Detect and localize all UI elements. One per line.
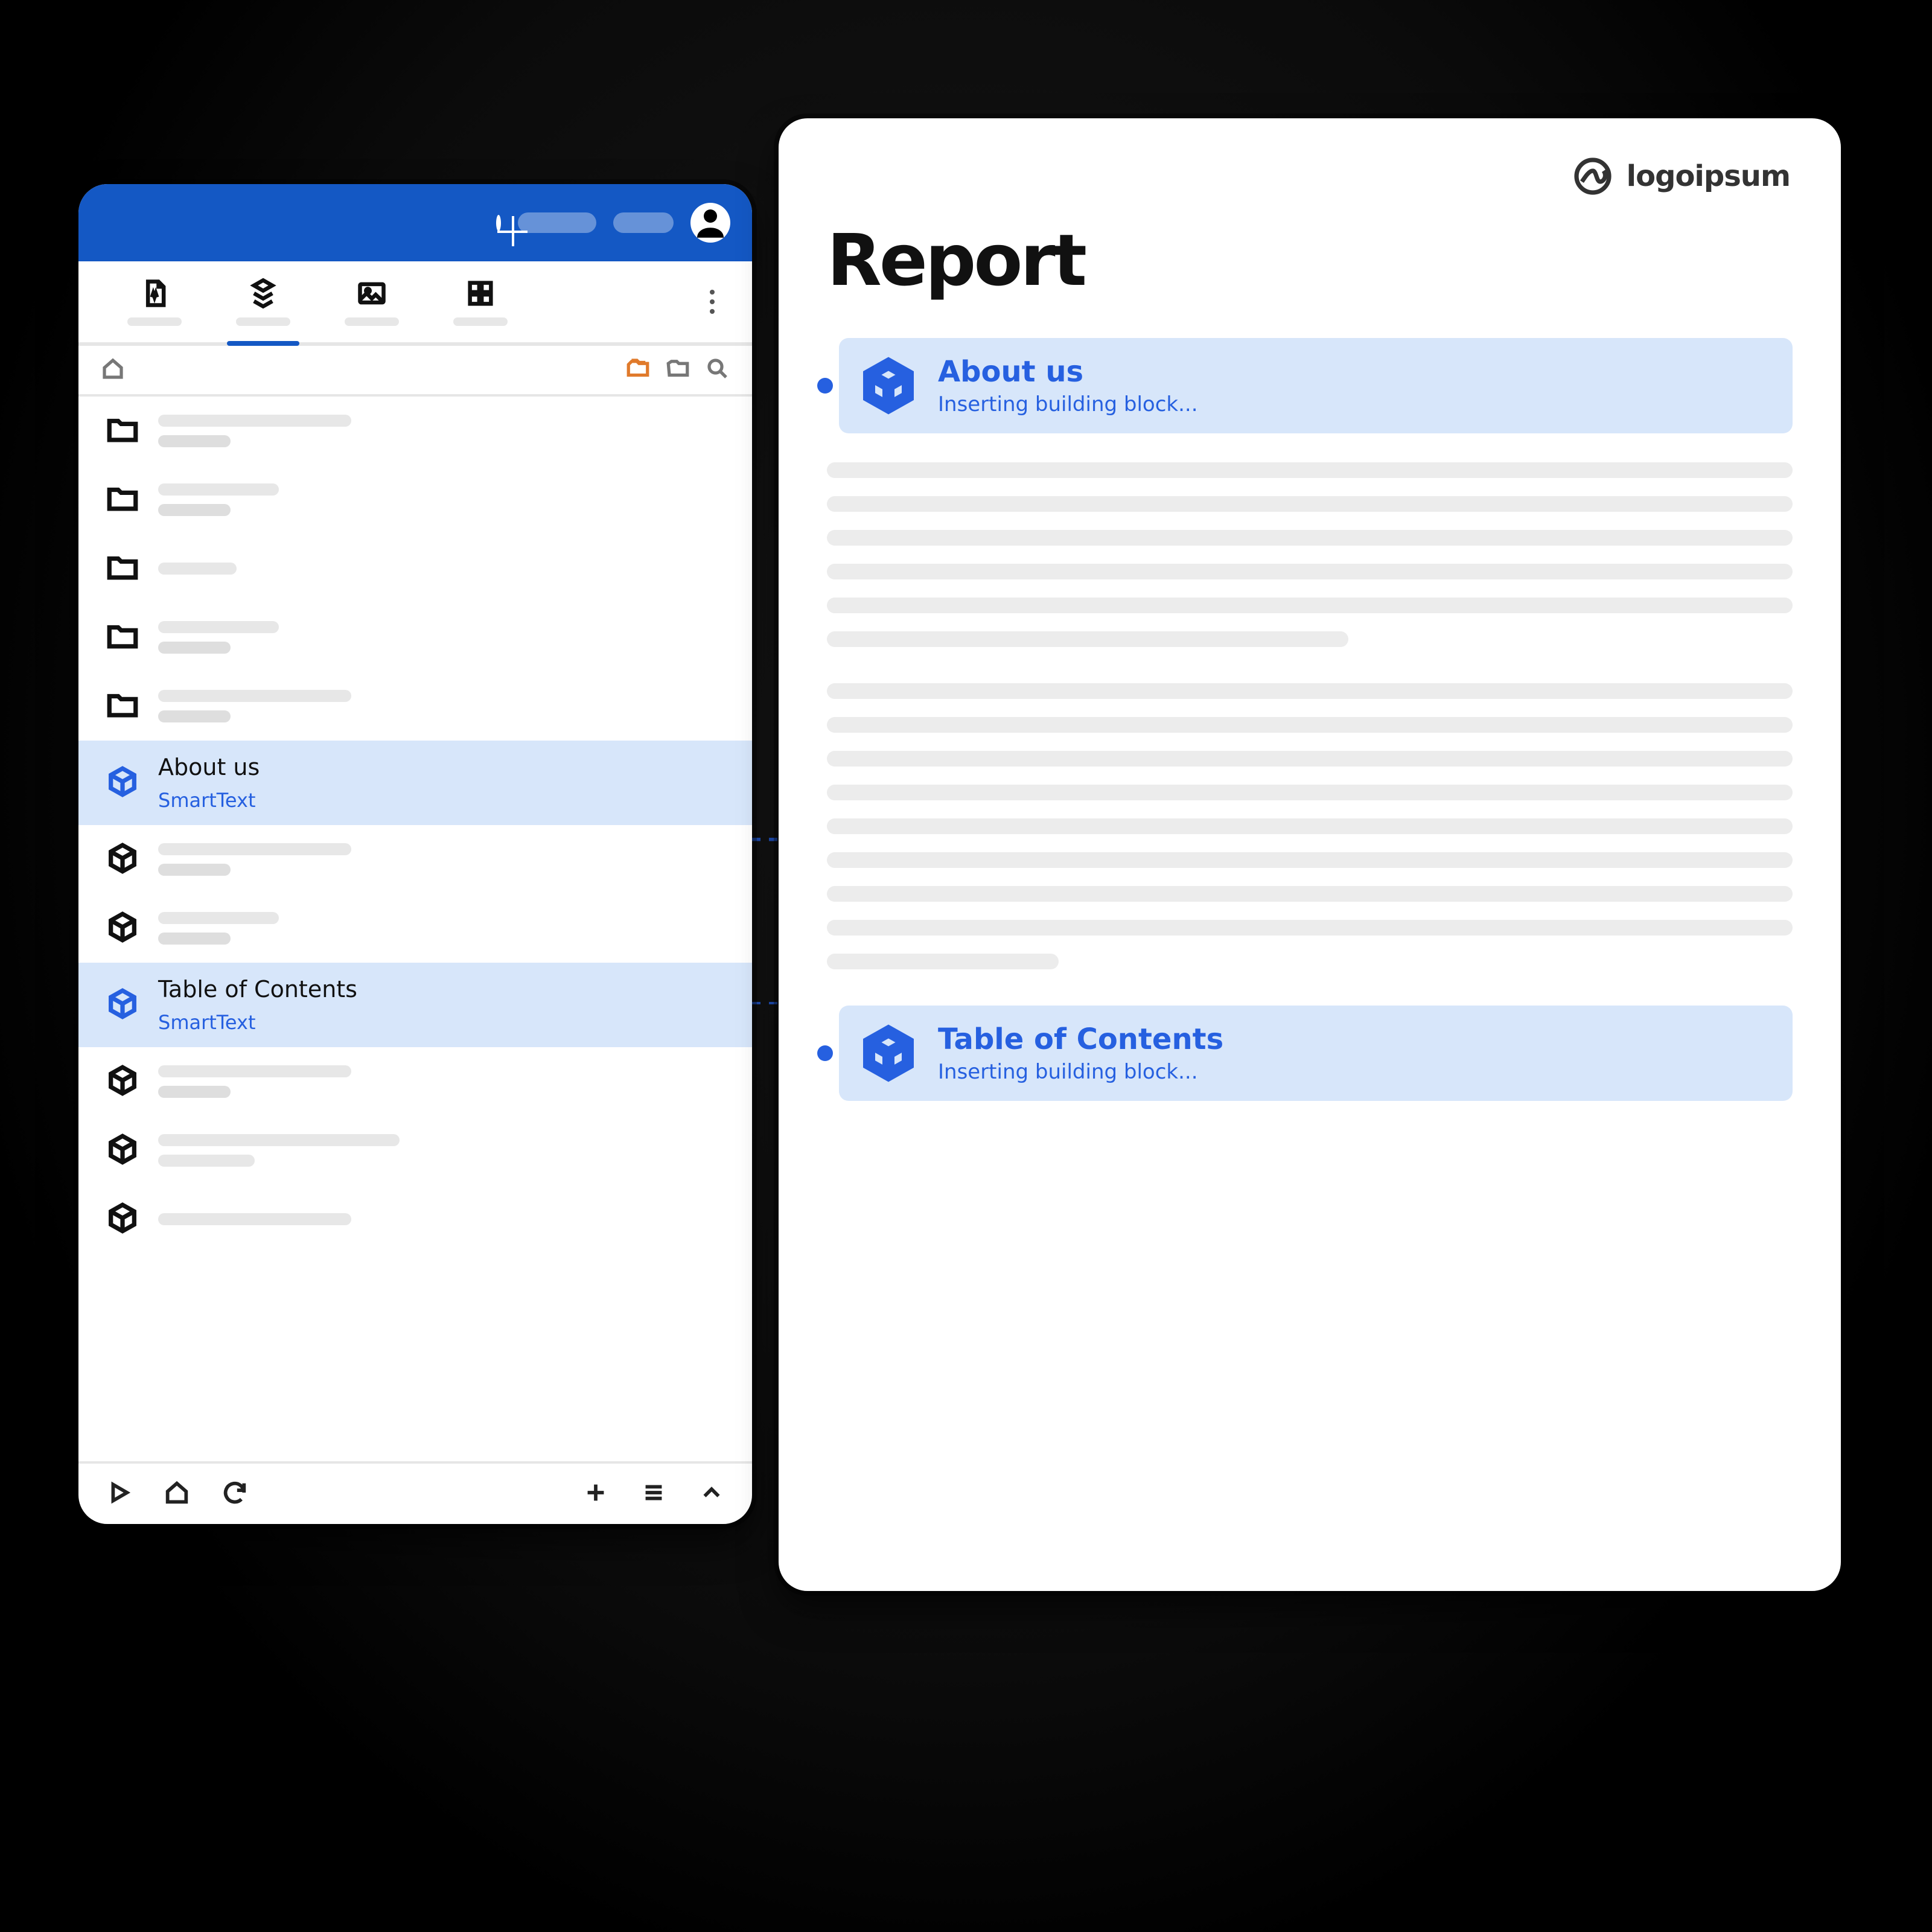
cube-icon [859, 1024, 917, 1082]
inserted-block-about-us: About us Inserting building block... [839, 338, 1793, 433]
add-icon[interactable] [582, 1479, 610, 1509]
tab-images[interactable] [317, 261, 426, 342]
block-title: About us [938, 355, 1198, 389]
bottom-toolbar [78, 1461, 752, 1524]
library-icon[interactable] [625, 356, 651, 384]
folder-icon [105, 412, 140, 450]
menu-icon[interactable] [640, 1479, 668, 1509]
cube-icon [105, 841, 140, 878]
document-title: Report [827, 218, 1793, 302]
cube-icon [105, 1200, 140, 1238]
item-title: About us [158, 754, 260, 780]
block-status: Inserting building block... [938, 1060, 1223, 1084]
inserted-block-toc: Table of Contents Inserting building blo… [839, 1006, 1793, 1101]
list-item[interactable] [78, 1185, 752, 1254]
titlebar [78, 184, 752, 261]
list-item[interactable] [78, 825, 752, 894]
list-item[interactable] [78, 465, 752, 534]
titlebar-placeholder [518, 212, 596, 233]
tab-overflow-menu[interactable] [694, 261, 730, 342]
list-item[interactable] [78, 603, 752, 672]
folder-open-icon[interactable] [665, 356, 690, 384]
titlebar-placeholder [613, 212, 674, 233]
item-subtitle: SmartText [158, 789, 260, 812]
tab-media[interactable] [426, 261, 535, 342]
connector-dot-icon [817, 378, 833, 394]
list-item[interactable] [78, 534, 752, 603]
list-item[interactable] [78, 894, 752, 963]
item-title: Table of Contents [158, 976, 357, 1003]
logo-icon [1571, 155, 1615, 198]
list-item[interactable] [78, 1116, 752, 1185]
home-icon[interactable] [100, 356, 126, 384]
cube-icon [105, 764, 140, 802]
list-item-toc[interactable]: Table of Contents SmartText [78, 963, 752, 1047]
globe-icon[interactable] [496, 217, 501, 229]
item-list: About us SmartText Table of Contents Sma… [78, 397, 752, 1461]
category-tabs [78, 261, 752, 346]
document-preview-panel: logoipsum Report About us Inserting buil… [779, 118, 1841, 1591]
breadcrumb-toolbar [78, 346, 752, 397]
placeholder-paragraph [827, 683, 1793, 969]
list-item-about-us[interactable]: About us SmartText [78, 741, 752, 825]
cube-icon [105, 986, 140, 1024]
home-icon[interactable] [163, 1479, 191, 1509]
refresh-icon[interactable] [221, 1479, 249, 1509]
block-status: Inserting building block... [938, 392, 1198, 416]
folder-icon [105, 619, 140, 656]
placeholder-paragraph [827, 462, 1793, 647]
tab-building-blocks[interactable] [209, 261, 317, 342]
play-icon[interactable] [105, 1479, 133, 1509]
list-item[interactable] [78, 1047, 752, 1116]
tab-documents[interactable] [100, 261, 209, 342]
item-subtitle: SmartText [158, 1011, 357, 1034]
folder-icon [105, 481, 140, 518]
cube-icon [105, 910, 140, 947]
folder-icon [105, 687, 140, 725]
list-item[interactable] [78, 397, 752, 465]
list-item[interactable] [78, 672, 752, 741]
search-icon[interactable] [705, 356, 730, 384]
chevron-up-icon[interactable] [698, 1479, 725, 1509]
content-library-panel: About us SmartText Table of Contents Sma… [78, 184, 752, 1524]
avatar-icon[interactable] [690, 203, 730, 243]
brand-text: logoipsum [1627, 159, 1790, 193]
cube-icon [105, 1132, 140, 1169]
folder-icon [105, 550, 140, 587]
connector-dot-icon [817, 1045, 833, 1061]
brand-logo: logoipsum [1571, 155, 1790, 198]
block-title: Table of Contents [938, 1022, 1223, 1056]
cube-icon [105, 1063, 140, 1100]
cube-icon [859, 357, 917, 415]
